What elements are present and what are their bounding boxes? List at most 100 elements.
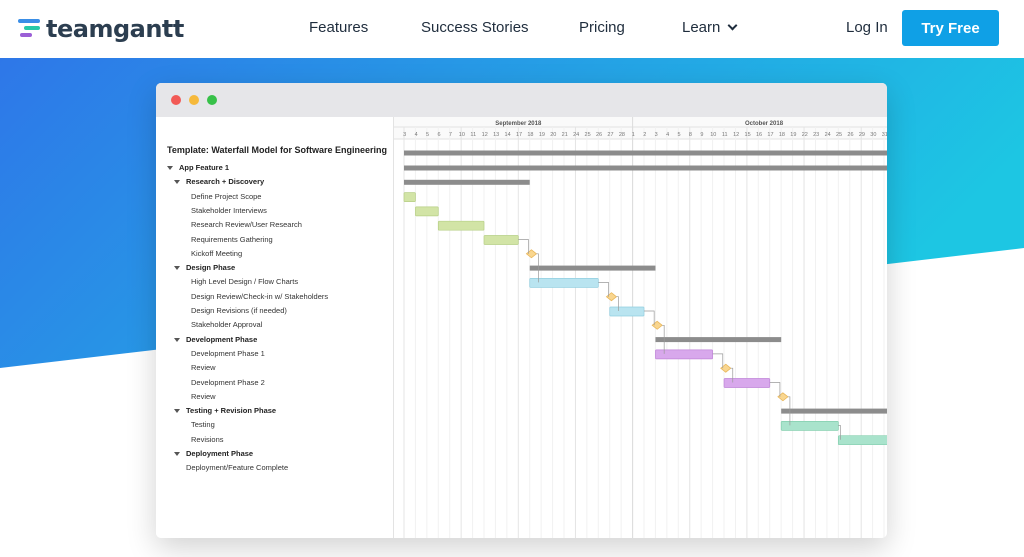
task-row[interactable]: Design Review/Check-in w/ Stakeholders: [191, 292, 328, 302]
day-label: 17: [516, 132, 522, 138]
task-row[interactable]: Design Revisions (if needed): [191, 306, 287, 316]
day-label: 19: [790, 132, 796, 138]
nav-link-pricing[interactable]: Pricing: [579, 19, 625, 36]
month-label: October 2018: [745, 121, 784, 127]
day-label: 5: [678, 132, 681, 138]
task-group-row[interactable]: Design Phase: [174, 263, 235, 273]
dependency-line: [644, 310, 655, 326]
task-label: Define Project Scope: [191, 191, 262, 201]
milestone-diamond: [651, 320, 663, 330]
day-label: 13: [493, 132, 499, 138]
task-label: Deployment/Feature Complete: [186, 463, 289, 473]
task-group-row[interactable]: Testing + Revision Phase: [174, 406, 276, 416]
task-bar: [415, 206, 439, 217]
day-label: 11: [470, 132, 476, 138]
logo-text: teamgantt: [46, 15, 184, 43]
day-label: 5: [426, 132, 429, 138]
task-bar: [437, 220, 485, 231]
task-row[interactable]: Stakeholder Approval: [191, 320, 262, 330]
day-label: 2: [643, 132, 646, 138]
day-label: 24: [825, 132, 831, 138]
task-row[interactable]: Review: [191, 363, 216, 373]
task-group-row[interactable]: Deployment Phase: [174, 449, 253, 459]
task-row[interactable]: Testing: [191, 420, 215, 430]
collapse-caret-icon[interactable]: [174, 266, 180, 271]
day-label: 17: [767, 132, 773, 138]
day-label: 20: [550, 132, 556, 138]
day-label: 22: [802, 132, 808, 138]
task-row[interactable]: Revisions: [191, 435, 224, 445]
app-window: Template: Waterfall Model for Software E…: [156, 83, 887, 538]
day-label: 25: [585, 132, 591, 138]
task-row[interactable]: Deployment/Feature Complete: [186, 463, 288, 473]
task-label: Design Review/Check-in w/ Stakeholders: [191, 291, 329, 301]
day-label: 14: [505, 132, 511, 138]
task-row[interactable]: Review: [191, 392, 216, 402]
task-label: Research Review/User Research: [191, 220, 302, 230]
collapse-caret-icon[interactable]: [174, 180, 180, 185]
logo-text-part1: team: [46, 15, 113, 43]
nav-link-features[interactable]: Features: [309, 19, 368, 36]
task-label: Kickoff Meeting: [191, 248, 243, 258]
maximize-window-icon[interactable]: [207, 95, 217, 105]
summary-bar: [404, 179, 530, 185]
summary-bar: [404, 165, 887, 171]
day-label: 24: [573, 132, 579, 138]
task-row[interactable]: Development Phase 2: [191, 378, 265, 388]
task-label: Development Phase 2: [191, 377, 265, 387]
summary-bar: [404, 150, 887, 156]
task-row[interactable]: Stakeholder Interviews: [191, 206, 267, 216]
day-label: 21: [562, 132, 568, 138]
task-label: Deployment Phase: [186, 449, 254, 458]
task-group-row[interactable]: Research + Discovery: [174, 177, 264, 187]
login-link[interactable]: Log In: [846, 19, 888, 36]
day-label: 11: [722, 132, 728, 138]
nav-link-learn-label: Learn: [682, 19, 721, 36]
collapse-caret-icon[interactable]: [167, 166, 173, 171]
task-row[interactable]: High Level Design / Flow Charts: [191, 277, 298, 287]
teamgantt-logo[interactable]: teamgantt: [18, 12, 184, 46]
logo-mark-icon: [18, 18, 44, 40]
task-row[interactable]: Requirements Gathering: [191, 235, 273, 245]
task-bar: [483, 235, 519, 245]
day-label: 8: [689, 132, 692, 138]
minimize-window-icon[interactable]: [189, 95, 199, 105]
day-label: 1: [632, 132, 635, 138]
day-label: 10: [459, 132, 465, 138]
dependency-line: [598, 282, 609, 297]
day-label: 3: [655, 132, 658, 138]
task-label: Stakeholder Approval: [191, 320, 263, 330]
milestone-diamond: [720, 363, 732, 373]
nav-link-learn[interactable]: Learn: [682, 19, 738, 36]
nav-link-success-stories[interactable]: Success Stories: [421, 19, 529, 36]
task-bar: [529, 278, 599, 288]
try-free-button[interactable]: Try Free: [902, 10, 999, 46]
task-label: Requirements Gathering: [191, 234, 273, 244]
collapse-caret-icon[interactable]: [174, 337, 180, 342]
task-label: High Level Design / Flow Charts: [191, 277, 299, 287]
task-group-row[interactable]: App Feature 1: [167, 163, 229, 173]
day-label: 9: [700, 132, 703, 138]
task-label: Revisions: [191, 434, 224, 444]
task-label: Design Phase: [186, 263, 236, 273]
task-row[interactable]: Development Phase 1: [191, 349, 265, 359]
task-bar: [609, 306, 645, 317]
collapse-caret-icon[interactable]: [174, 409, 180, 414]
task-group-row[interactable]: Development Phase: [174, 335, 257, 345]
close-window-icon[interactable]: [171, 95, 181, 105]
collapse-caret-icon[interactable]: [174, 452, 180, 457]
day-label: 26: [847, 132, 853, 138]
task-row[interactable]: Research Review/User Research: [191, 220, 302, 230]
summary-bar: [655, 337, 782, 343]
day-label: 28: [619, 132, 625, 138]
task-row[interactable]: Kickoff Meeting: [191, 249, 242, 259]
day-label: 29: [859, 132, 865, 138]
day-label: 31: [882, 132, 887, 138]
day-label: 6: [437, 132, 440, 138]
day-label: 12: [482, 132, 488, 138]
task-row[interactable]: Define Project Scope: [191, 192, 261, 202]
chevron-down-icon: [727, 20, 738, 31]
window-titlebar: [156, 83, 887, 117]
month-label: September 2018: [495, 121, 542, 127]
dependency-line: [769, 382, 781, 397]
